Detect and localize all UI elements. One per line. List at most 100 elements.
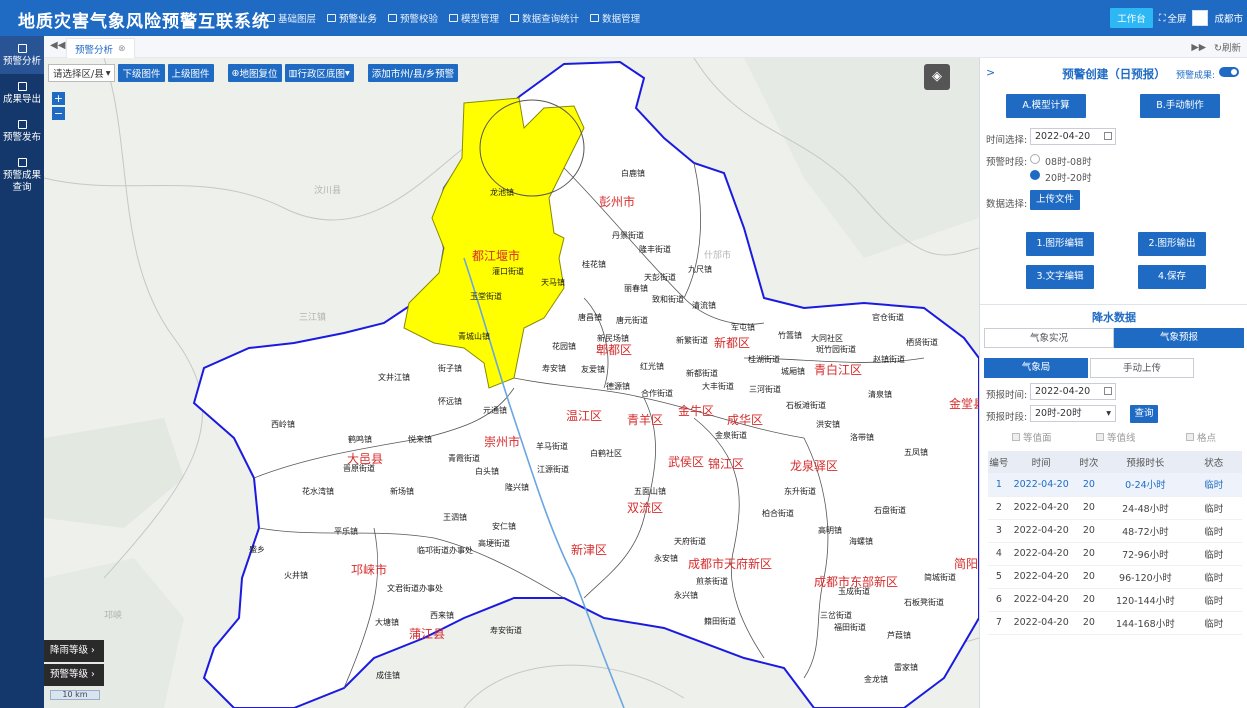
town-label: 合作街道 xyxy=(641,388,673,398)
town-label: 龙池镇 xyxy=(490,187,514,197)
table-header: 状态 xyxy=(1185,451,1242,473)
sidebar-item-analysis[interactable]: 预警分析 xyxy=(0,36,44,74)
city-label: 简阳 xyxy=(954,557,978,571)
manual-make-button[interactable]: B.手动制作 xyxy=(1140,94,1220,118)
zoom-out-button[interactable]: − xyxy=(52,107,65,120)
nav-warning-check[interactable]: 预警校验 xyxy=(388,11,438,25)
map-canvas[interactable]: 汶川县 什邡市 三江镇 邛峡 彭州市 都江堰市 郫都区 新都区 青白江区 金堂县… xyxy=(44,58,979,708)
town-label: 赵镇街道 xyxy=(873,354,905,364)
forecast-date-input[interactable]: 2022-04-20 xyxy=(1030,383,1116,400)
town-label: 玉成街道 xyxy=(838,586,870,596)
period-radio-0808[interactable] xyxy=(1030,154,1040,164)
region-select[interactable]: 请选择区/县 ▾ xyxy=(48,64,116,82)
table-header: 时次 xyxy=(1072,451,1106,473)
sidebar-item-result-query[interactable]: 预警成果查询 xyxy=(0,150,44,200)
nav-model-manage[interactable]: 模型管理 xyxy=(449,11,499,25)
city-label: 蒲江县 xyxy=(409,627,445,641)
forecast-time-label: 预报时间: xyxy=(986,390,1028,401)
tab-bar: ◀◀ 预警分析 ⊗ ▶▶ ↻刷新 xyxy=(44,36,1247,58)
table-row[interactable]: 7 2022-04-20 20 144-168小时 临时 xyxy=(988,611,1242,635)
chart-icon xyxy=(327,14,337,22)
nav-data-manage[interactable]: 数据管理 xyxy=(590,11,640,25)
forecast-period-select[interactable]: 20时-20时 ▾ xyxy=(1030,405,1116,422)
town-label: 城厢镇 xyxy=(781,366,805,376)
table-row[interactable]: 4 2022-04-20 20 72-96小时 临时 xyxy=(988,542,1242,566)
tab-weather-observed[interactable]: 气象实况 xyxy=(984,328,1114,348)
town-label: 花水湾镇 xyxy=(302,486,334,496)
table-row[interactable]: 2 2022-04-20 20 24-48小时 临时 xyxy=(988,496,1242,520)
table-row[interactable]: 5 2022-04-20 20 96-120小时 临时 xyxy=(988,565,1242,589)
table-row[interactable]: 3 2022-04-20 20 48-72小时 临时 xyxy=(988,519,1242,543)
town-label: 大塘镇 xyxy=(375,617,399,627)
town-label: 军屯镇 xyxy=(731,322,755,332)
avatar[interactable] xyxy=(1192,10,1209,26)
town-label: 文君街道办事处 xyxy=(387,583,443,593)
text-edit-button[interactable]: 3.文字编辑 xyxy=(1026,265,1094,289)
forecast-period-label: 预报时段: xyxy=(986,412,1028,423)
model-calc-button[interactable]: A.模型计算 xyxy=(1006,94,1086,118)
collapse-icon[interactable]: ◀◀ xyxy=(50,40,65,51)
table-row[interactable]: 6 2022-04-20 20 120-144小时 临时 xyxy=(988,588,1242,612)
nav-warning-business[interactable]: 预警业务 xyxy=(327,11,377,25)
header-right: 工作台 ⛶ 全屏 成都市 xyxy=(1110,0,1243,36)
period-label: 预警时段: xyxy=(986,157,1028,168)
close-icon[interactable]: ⊗ xyxy=(118,44,126,54)
town-label: 临邛街道办事处 xyxy=(417,545,473,555)
checkbox-grid[interactable]: 格点 xyxy=(1186,430,1216,444)
town-label: 海螺镇 xyxy=(849,536,873,546)
data-label: 数据选择: xyxy=(986,199,1028,210)
town-label: 新民场镇 xyxy=(597,333,629,343)
result-toggle-switch[interactable] xyxy=(1219,67,1239,77)
town-label: 青霞街道 xyxy=(448,453,480,463)
date-input[interactable]: 2022-04-20 xyxy=(1030,128,1116,145)
town-label: 平乐镇 xyxy=(334,526,358,536)
map-area[interactable]: 汶川县 什邡市 三江镇 邛峡 彭州市 都江堰市 郫都区 新都区 青白江区 金堂县… xyxy=(44,58,979,708)
layers-toggle-icon[interactable]: ◈ xyxy=(924,64,950,90)
warning-level-legend[interactable]: 预警等级 › xyxy=(44,664,104,686)
town-label: 三河街道 xyxy=(749,384,781,394)
rain-level-legend[interactable]: 降雨等级 › xyxy=(44,640,104,662)
basemap-select[interactable]: ▥ 行政区底图 ▾ xyxy=(284,64,354,82)
town-label: 石板凳街道 xyxy=(904,597,944,607)
tab-weather-forecast[interactable]: 气象预报 xyxy=(1114,328,1244,348)
upload-file-button[interactable]: 上传文件 xyxy=(1030,190,1080,210)
database-icon xyxy=(590,14,600,22)
forward-icon[interactable]: ▶▶ xyxy=(1191,42,1206,53)
result-toggle-label: 预警成果: xyxy=(1175,71,1215,81)
sidebar-item-export[interactable]: 成果导出 xyxy=(0,74,44,112)
tab-manual-upload[interactable]: 手动上传 xyxy=(1090,358,1194,378)
town-label: 官仓街道 xyxy=(872,312,904,322)
query-button[interactable]: 查询 xyxy=(1130,405,1158,423)
add-warning-button[interactable]: 添加市州/县/乡预警 xyxy=(367,64,459,82)
chevron-down-icon: ▾ xyxy=(1106,408,1111,419)
rain-data-title: 降水数据 xyxy=(1092,311,1136,324)
town-label: 白鹤社区 xyxy=(590,448,622,458)
period-radio-2020[interactable] xyxy=(1030,170,1040,180)
tab-meteorological-bureau[interactable]: 气象局 xyxy=(984,358,1088,378)
checkbox-isoline[interactable]: 等值线 xyxy=(1096,430,1136,444)
document-icon xyxy=(388,14,398,22)
sidebar-item-publish[interactable]: 预警发布 xyxy=(0,112,44,150)
graphic-output-button[interactable]: 2.图形输出 xyxy=(1138,232,1206,256)
checkbox-isosurface[interactable]: 等值面 xyxy=(1012,430,1052,444)
nav-basic-layers[interactable]: 基础图层 xyxy=(266,11,316,25)
workbench-button[interactable]: 工作台 xyxy=(1110,8,1153,28)
zoom-in-button[interactable]: + xyxy=(52,92,65,105)
user-name[interactable]: 成都市 xyxy=(1214,11,1243,25)
tab-warning-analysis[interactable]: 预警分析 ⊗ xyxy=(66,38,135,58)
down-level-button[interactable]: 下级图件 xyxy=(118,64,165,82)
town-label: 金龙镇 xyxy=(864,674,888,684)
map-reset-button[interactable]: ⊕ 地图复位 xyxy=(227,64,282,82)
town-label: 白鹿镇 xyxy=(621,168,645,178)
refresh-button[interactable]: ↻刷新 xyxy=(1214,40,1241,54)
nav-data-query[interactable]: 数据查询统计 xyxy=(510,11,579,25)
town-label: 玉堂街道 xyxy=(470,291,502,301)
up-level-button[interactable]: 上级图件 xyxy=(167,64,214,82)
table-row[interactable]: 1 2022-04-20 20 0-24小时 临时 xyxy=(988,473,1242,497)
fullscreen-button[interactable]: ⛶ 全屏 xyxy=(1159,11,1187,26)
city-label: 郫都区 xyxy=(596,342,632,357)
table-header: 时间 xyxy=(1009,451,1073,473)
graphic-edit-button[interactable]: 1.图形编辑 xyxy=(1026,232,1094,256)
town-label: 大丰街道 xyxy=(702,381,734,391)
save-button[interactable]: 4.保存 xyxy=(1138,265,1206,289)
